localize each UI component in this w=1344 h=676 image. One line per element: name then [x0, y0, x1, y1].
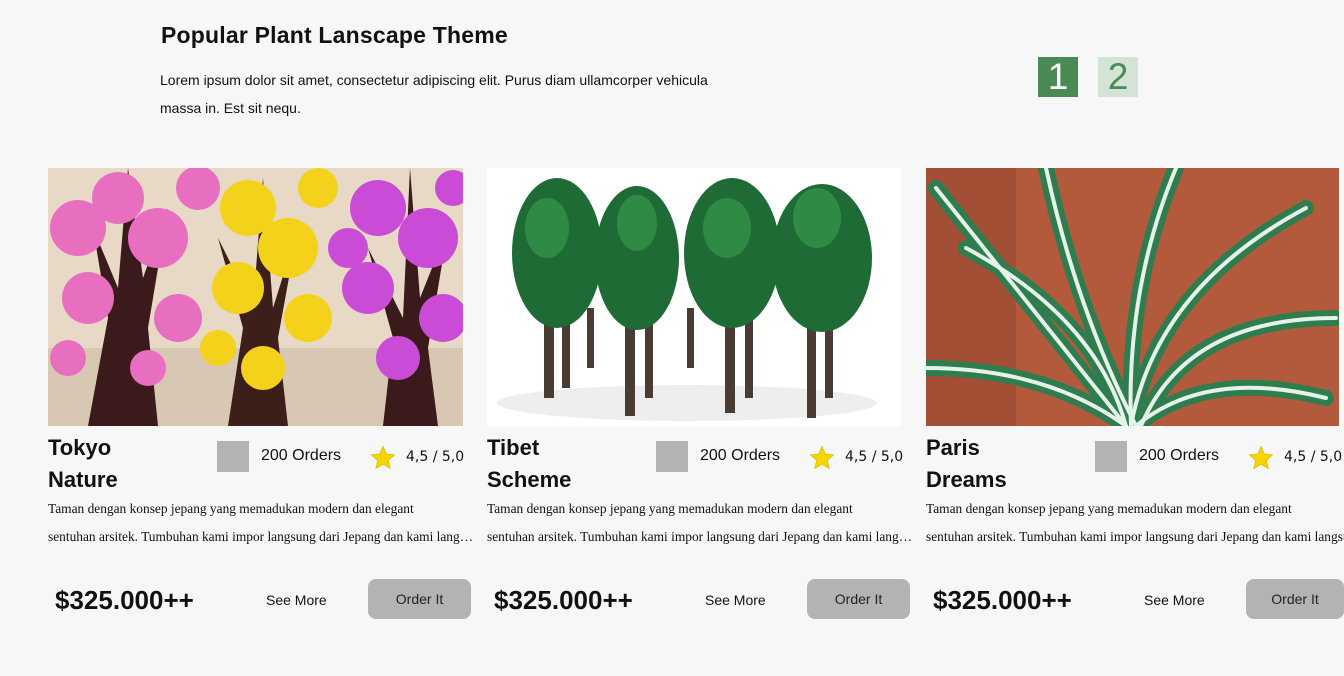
section-description: Lorem ipsum dolor sit amet, consectetur …	[160, 72, 708, 116]
product-card: Tibet Scheme 200 Orders 4,5 / 5,0 Taman …	[487, 168, 917, 628]
star-icon	[1248, 445, 1274, 470]
price: $325.000++	[933, 585, 1072, 615]
orders-count: 200 Orders	[1139, 447, 1220, 464]
price: $325.000++	[494, 585, 633, 615]
order-button[interactable]: Order It	[1246, 579, 1344, 619]
product-card: Tokyo Nature 200 Orders 4,5 / 5,0 Taman …	[48, 168, 478, 628]
order-button[interactable]: Order It	[807, 579, 910, 619]
orders-icon	[217, 441, 249, 472]
pagination: 1 2	[1038, 57, 1138, 97]
see-more-link[interactable]: See More	[266, 592, 327, 608]
star-icon	[370, 445, 396, 470]
section-title: Popular Plant Lanscape Theme	[161, 22, 508, 48]
card-description: Taman dengan konsep jepang yang memaduka…	[926, 501, 1344, 544]
star-icon	[809, 445, 835, 470]
orders-icon	[1095, 441, 1127, 472]
orders-icon	[656, 441, 688, 472]
see-more-link[interactable]: See More	[1144, 592, 1205, 608]
card-title: Tokyo Nature	[48, 435, 118, 492]
rating-value: 4,5 / 5,0	[1284, 449, 1343, 465]
card-title: Paris Dreams	[926, 435, 1007, 492]
spider-plant-image	[926, 168, 1339, 426]
see-more-link[interactable]: See More	[705, 592, 766, 608]
card-title: Tibet Scheme	[487, 435, 572, 492]
green-trees-image	[487, 168, 902, 426]
blossom-trees-image	[48, 168, 463, 426]
order-button[interactable]: Order It	[368, 579, 471, 619]
card-description: Taman dengan konsep jepang yang memaduka…	[487, 501, 917, 544]
orders-count: 200 Orders	[261, 447, 342, 464]
product-card: Paris Dreams 200 Orders 4,5 / 5,0 Taman …	[926, 168, 1344, 628]
page-button-2[interactable]: 2	[1098, 57, 1138, 97]
page-button-1[interactable]: 1	[1038, 57, 1078, 97]
orders-count: 200 Orders	[700, 447, 781, 464]
price: $325.000++	[55, 585, 194, 615]
rating-value: 4,5 / 5,0	[845, 449, 904, 465]
rating-value: 4,5 / 5,0	[406, 449, 465, 465]
card-description: Taman dengan konsep jepang yang memaduka…	[48, 501, 478, 544]
popular-themes-page: Popular Plant Lanscape Theme Lorem ipsum…	[0, 0, 1344, 676]
